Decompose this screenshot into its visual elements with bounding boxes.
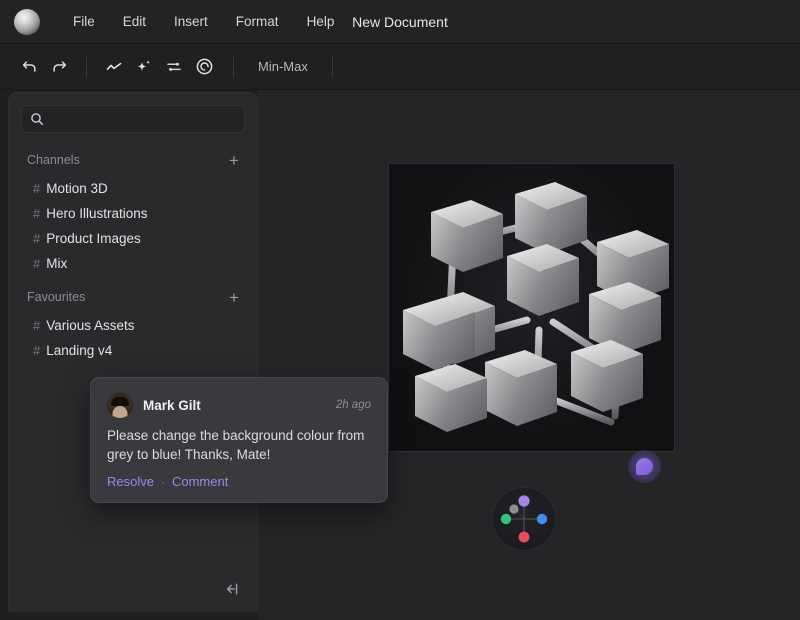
zigzag-line-icon	[105, 58, 123, 76]
sidebar-item-product-images[interactable]: # Product Images	[15, 226, 251, 251]
menu-item-edit[interactable]: Edit	[114, 10, 155, 33]
hash-icon: #	[33, 343, 40, 358]
comment-pin-icon[interactable]	[628, 450, 661, 483]
sparkle-icon	[135, 58, 153, 76]
mark-gilt-avatar	[107, 392, 133, 418]
section-title-favourites: Favourites	[27, 290, 85, 304]
collapse-sidebar-button[interactable]	[219, 580, 243, 602]
avatar-face	[113, 406, 128, 418]
menu-item-help[interactable]: Help	[298, 10, 344, 33]
comment-card[interactable]: Mark Gilt 2h ago Please change the backg…	[90, 377, 388, 503]
menu-item-file[interactable]: File	[64, 10, 104, 33]
add-channel-button[interactable]: +	[225, 151, 243, 169]
sidebar-item-mix[interactable]: # Mix	[15, 251, 251, 276]
magic-tool-button[interactable]	[129, 53, 159, 81]
spiral-target-icon	[195, 57, 214, 76]
collapse-sidebar-icon	[223, 582, 239, 601]
action-separator: ·	[161, 475, 165, 489]
color-node-widget[interactable]	[492, 487, 556, 551]
hash-icon: #	[33, 181, 40, 196]
resolve-button[interactable]: Resolve	[107, 474, 154, 489]
hash-icon: #	[33, 231, 40, 246]
red-node[interactable]	[519, 532, 530, 543]
menu-item-insert[interactable]: Insert	[165, 10, 217, 33]
menu-item-format[interactable]: Format	[227, 10, 288, 33]
sidebar-item-various-assets[interactable]: # Various Assets	[15, 313, 251, 338]
comment-header: Mark Gilt 2h ago	[107, 392, 371, 418]
comment-reply-button[interactable]: Comment	[172, 474, 228, 489]
toolbar: Min-Max	[0, 44, 800, 90]
hash-icon: #	[33, 206, 40, 221]
blue-node[interactable]	[537, 514, 547, 524]
canvas-area[interactable]	[258, 90, 800, 620]
mode-minmax-button[interactable]: Min-Max	[248, 55, 318, 78]
avatar-hair	[111, 397, 129, 406]
toolbar-divider-2	[233, 57, 234, 77]
search-input[interactable]	[50, 112, 244, 126]
sidebar-item-label: Hero Illustrations	[46, 206, 147, 221]
menu-items: File Edit Insert Format Help	[64, 10, 343, 33]
comment-text: Please change the background colour from…	[107, 426, 371, 464]
sidebar-item-label: Product Images	[46, 231, 141, 246]
lattice-render-icon	[389, 164, 675, 452]
purple-node[interactable]	[518, 495, 529, 506]
section-title-channels: Channels	[27, 153, 80, 167]
spiral-tool-button[interactable]	[189, 53, 219, 81]
sidebar-panel: Channels + # Motion 3D # Hero Illustrati…	[8, 92, 258, 612]
toolbar-divider-1	[86, 57, 87, 77]
hash-icon: #	[33, 318, 40, 333]
curve-tool-button[interactable]	[99, 53, 129, 81]
add-favourite-button[interactable]: +	[225, 288, 243, 306]
search-icon	[30, 112, 44, 131]
toolbar-divider-3	[332, 57, 333, 77]
redo-arrow-icon	[51, 58, 68, 75]
menu-bar: File Edit Insert Format Help New Documen…	[0, 0, 800, 44]
sidebar-item-label: Landing v4	[46, 343, 112, 358]
comment-pin-dot	[636, 458, 653, 475]
app-orb-icon[interactable]	[14, 9, 40, 35]
app-window: File Edit Insert Format Help New Documen…	[0, 0, 800, 620]
sidebar-item-landing-v4[interactable]: # Landing v4	[15, 338, 251, 363]
sidebar-item-label: Motion 3D	[46, 181, 108, 196]
adjust-sliders-icon	[165, 58, 183, 76]
section-header-channels: Channels +	[9, 139, 257, 176]
undo-arrow-icon	[21, 58, 38, 75]
comment-actions: Resolve · Comment	[107, 474, 371, 489]
sidebar-item-motion-3d[interactable]: # Motion 3D	[15, 176, 251, 201]
green-node[interactable]	[501, 514, 511, 524]
hash-icon: #	[33, 256, 40, 271]
undo-button[interactable]	[14, 53, 44, 81]
sidebar-item-label: Various Assets	[46, 318, 134, 333]
comment-timestamp: 2h ago	[336, 399, 371, 411]
sidebar-item-hero-illustrations[interactable]: # Hero Illustrations	[15, 201, 251, 226]
search-box[interactable]	[21, 105, 245, 133]
redo-button[interactable]	[44, 53, 74, 81]
grey-node[interactable]	[509, 504, 518, 513]
adjust-tool-button[interactable]	[159, 53, 189, 81]
sidebar-item-label: Mix	[46, 256, 67, 271]
artboard[interactable]	[388, 163, 675, 452]
comment-author: Mark Gilt	[143, 398, 326, 413]
section-header-favourites: Favourites +	[9, 276, 257, 313]
sidebar-footer	[9, 570, 257, 612]
search-wrapper	[9, 93, 257, 139]
